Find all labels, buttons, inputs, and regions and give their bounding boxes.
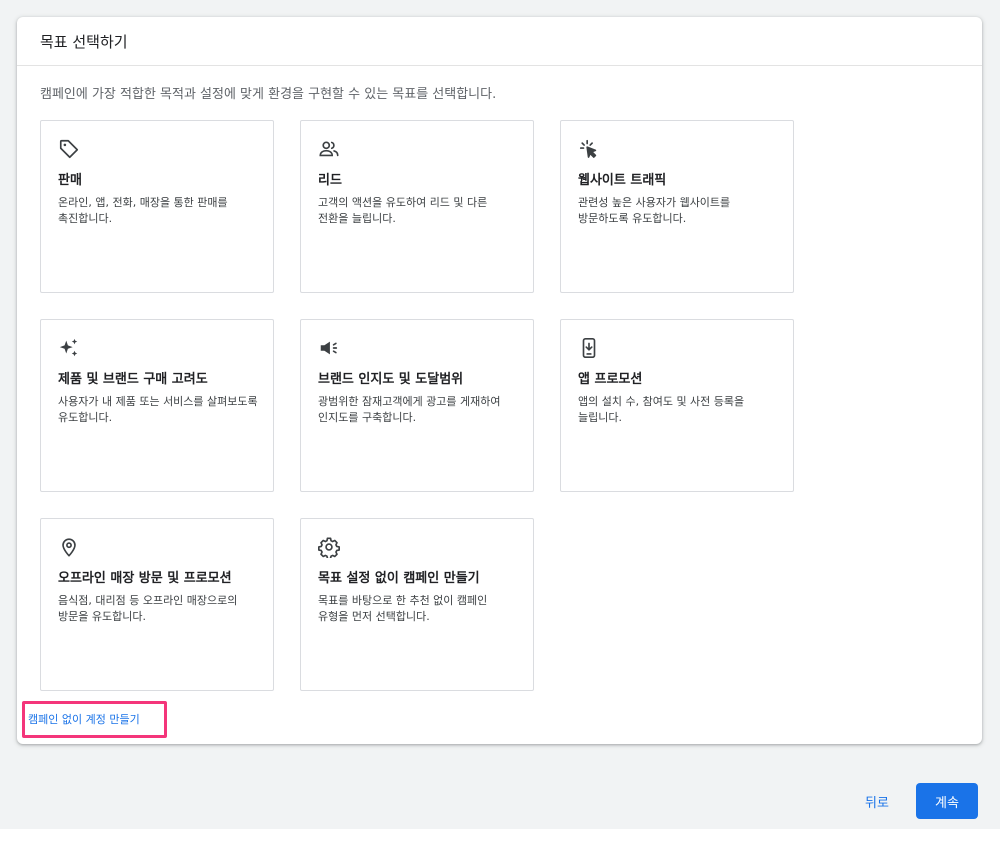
gear-icon: [318, 536, 340, 558]
goal-card-title: 앱 프로모션: [578, 372, 643, 387]
divider: [17, 65, 982, 66]
goal-card-local-store-visits[interactable]: 오프라인 매장 방문 및 프로모션 음식점, 대리점 등 오프라인 매장으로의 …: [40, 518, 274, 691]
tag-icon: [58, 138, 80, 160]
goal-card-description: 앱의 설치 수, 참여도 및 사전 등록을 늘립니다.: [578, 395, 745, 424]
goal-card-title: 판매: [58, 173, 82, 188]
people-icon: [318, 138, 340, 160]
goal-card-no-goal[interactable]: 목표 설정 없이 캠페인 만들기 목표를 바탕으로 한 추천 없이 캠페인 유형…: [300, 518, 534, 691]
back-button[interactable]: 뒤로: [855, 783, 899, 819]
goal-card-description: 사용자가 내 제품 또는 서비스를 살펴보도록 유도합니다.: [58, 395, 258, 424]
sparkle-icon: [58, 337, 80, 359]
goal-card-brand-awareness[interactable]: 브랜드 인지도 및 도달범위 광범위한 잠재고객에게 광고를 게재하여 인지도를…: [300, 319, 534, 492]
continue-button[interactable]: 계속: [916, 783, 978, 819]
goal-card-website-traffic[interactable]: 웹사이트 트래픽 관련성 높은 사용자가 웹사이트를 방문하도록 유도합니다.: [560, 120, 794, 293]
goal-card-consideration[interactable]: 제품 및 브랜드 구매 고려도 사용자가 내 제품 또는 서비스를 살펴보도록 …: [40, 319, 274, 492]
goal-card-leads[interactable]: 리드 고객의 액션을 유도하여 리드 및 다른 전환을 늘립니다.: [300, 120, 534, 293]
goal-card-description: 관련성 높은 사용자가 웹사이트를 방문하도록 유도합니다.: [578, 196, 731, 225]
goal-card-title: 오프라인 매장 방문 및 프로모션: [58, 571, 232, 586]
speaker-icon: [318, 337, 340, 359]
phone-download-icon: [578, 337, 600, 359]
goal-card-title: 리드: [318, 173, 342, 188]
goal-card-sales[interactable]: 판매 온라인, 앱, 전화, 매장을 통한 판매를 촉진합니다.: [40, 120, 274, 293]
cursor-click-icon: [578, 138, 600, 160]
goal-card-title: 웹사이트 트래픽: [578, 173, 667, 188]
create-account-without-campaign-link[interactable]: 캠페인 없이 계정 만들기: [28, 711, 140, 727]
goal-card-title: 브랜드 인지도 및 도달범위: [318, 372, 464, 387]
goal-card-title: 제품 및 브랜드 구매 고려도: [58, 372, 208, 387]
goal-card-title: 목표 설정 없이 캠페인 만들기: [318, 571, 480, 586]
dialog-description: 캠페인에 가장 적합한 목적과 설정에 맞게 환경을 구현할 수 있는 목표를 …: [40, 87, 497, 102]
goal-card-description: 고객의 액션을 유도하여 리드 및 다른 전환을 늘립니다.: [318, 196, 488, 225]
goal-card-description: 음식점, 대리점 등 오프라인 매장으로의 방문을 유도합니다.: [58, 594, 238, 623]
goal-card-description: 목표를 바탕으로 한 추천 없이 캠페인 유형을 먼저 선택합니다.: [318, 594, 488, 623]
goal-card-description: 광범위한 잠재고객에게 광고를 게재하여 인지도를 구축합니다.: [318, 395, 501, 424]
location-pin-icon: [58, 536, 80, 558]
goal-card-description: 온라인, 앱, 전화, 매장을 통한 판매를 촉진합니다.: [58, 196, 228, 225]
dialog-title: 목표 선택하기: [40, 33, 128, 51]
goal-card-app-promotion[interactable]: 앱 프로모션 앱의 설치 수, 참여도 및 사전 등록을 늘립니다.: [560, 319, 794, 492]
